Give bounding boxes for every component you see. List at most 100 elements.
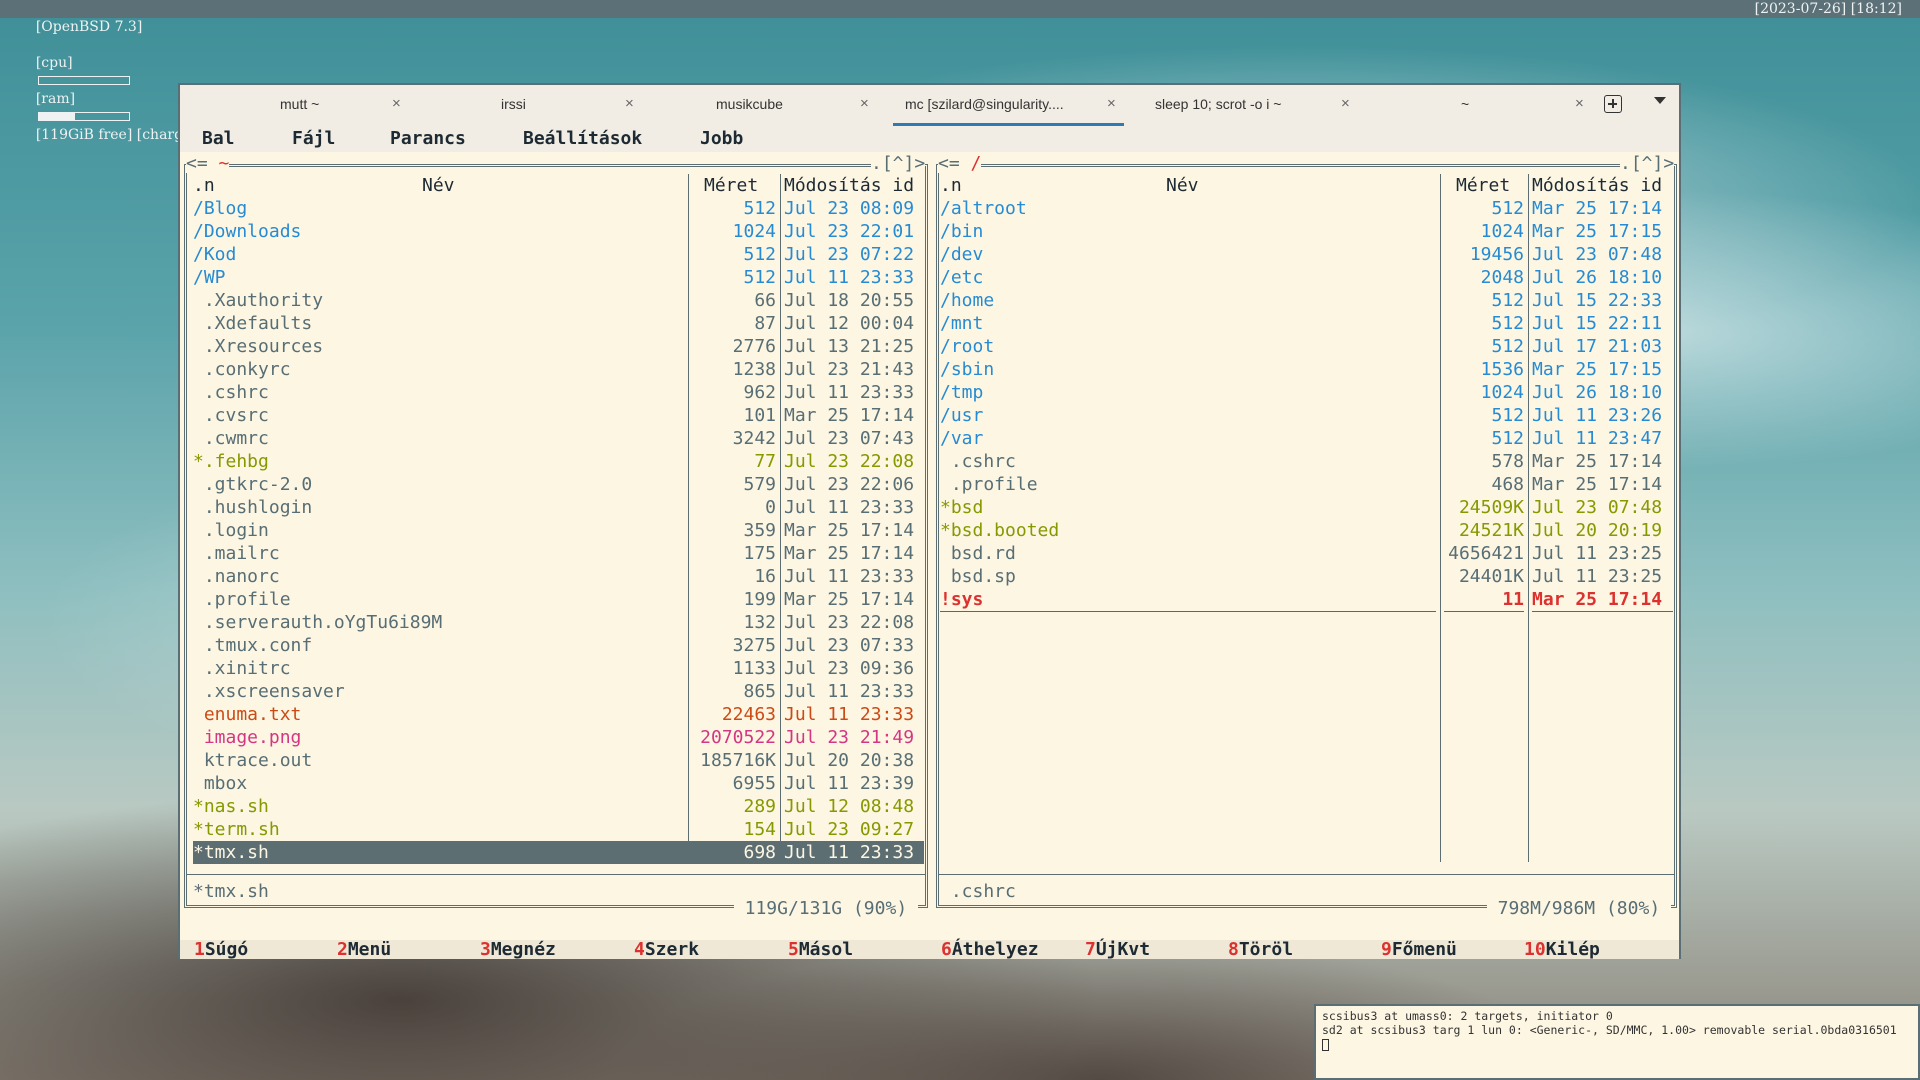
file-row[interactable]: .nanorc 16 Jul 11 23:33 <box>193 565 924 588</box>
function-key-4[interactable]: 4Szerk <box>634 940 699 959</box>
file-row[interactable]: .conkyrc 1238 Jul 23 21:43 <box>193 358 924 381</box>
close-icon[interactable]: × <box>392 85 401 123</box>
file-row[interactable]: .gtkrc-2.0 579 Jul 23 22:06 <box>193 473 924 496</box>
file-row[interactable]: .Xauthority 66 Jul 18 20:55 <box>193 289 924 312</box>
tab-0[interactable]: mutt ~ × <box>180 85 409 126</box>
file-row[interactable]: ktrace.out 185716K Jul 20 20:38 <box>193 749 924 772</box>
file-size: 512 <box>1491 198 1524 219</box>
function-key-6[interactable]: 6Áthelyez <box>941 940 1039 959</box>
file-row[interactable]: .cvsrc 101 Mar 25 17:14 <box>193 404 924 427</box>
function-key-5[interactable]: 5Másol <box>788 940 853 959</box>
file-mtime: Jul 11 23:33 <box>784 681 915 702</box>
menu-item-1[interactable]: Fájl <box>292 126 335 152</box>
tab-1[interactable]: irssi × <box>413 85 642 126</box>
tab-5[interactable]: ~ × <box>1361 85 1592 126</box>
function-key-label: Súgó <box>204 939 249 960</box>
close-icon[interactable]: × <box>625 85 634 123</box>
file-row[interactable]: /Kod 512 Jul 23 07:22 <box>193 243 924 266</box>
panel-scroll-indicator[interactable]: .[^]> <box>1620 155 1675 173</box>
header-mtime[interactable]: Módosítás id <box>784 174 914 197</box>
file-row[interactable]: .serverauth.oYgTu6i89M 132 Jul 23 22:08 <box>193 611 924 634</box>
function-key-9[interactable]: 9Főmenü <box>1381 940 1457 959</box>
file-row[interactable]: *nas.sh 289 Jul 12 08:48 <box>193 795 924 818</box>
file-row[interactable]: /var 512 Jul 11 23:47 <box>940 427 1673 450</box>
tab-4[interactable]: sleep 10; scrot -o i ~ × <box>1127 85 1358 126</box>
tab-label: sleep 10; scrot -o i ~ <box>1155 96 1282 112</box>
file-row[interactable]: /usr 512 Jul 11 23:26 <box>940 404 1673 427</box>
close-icon[interactable]: × <box>860 85 869 123</box>
menu-item-4[interactable]: Jobb <box>700 126 743 152</box>
file-size: 24521K <box>1458 520 1524 541</box>
cpu-usage-bar <box>37 76 130 85</box>
header-name[interactable]: Név <box>1166 174 1199 197</box>
file-row[interactable]: .xscreensaver 865 Jul 11 23:33 <box>193 680 924 703</box>
file-row[interactable]: /home 512 Jul 15 22:33 <box>940 289 1673 312</box>
file-row[interactable]: .hushlogin 0 Jul 11 23:33 <box>193 496 924 519</box>
function-key-label: ÚjKvt <box>1095 939 1151 960</box>
file-size: 3275 <box>732 635 776 656</box>
file-row[interactable]: .cshrc 578 Mar 25 17:14 <box>940 450 1673 473</box>
function-key-2[interactable]: 2Menü <box>337 940 391 959</box>
new-tab-icon[interactable] <box>1604 95 1622 113</box>
file-row[interactable]: image.png 2070522 Jul 23 21:49 <box>193 726 924 749</box>
tab-menu-chevron-down-icon[interactable] <box>1654 97 1666 104</box>
file-row[interactable]: *tmx.sh 698 Jul 11 23:33 <box>193 841 924 864</box>
file-row[interactable]: .Xdefaults 87 Jul 12 00:04 <box>193 312 924 335</box>
file-row[interactable]: /Blog 512 Jul 23 08:09 <box>193 197 924 220</box>
menu-item-2[interactable]: Parancs <box>390 126 466 152</box>
file-row[interactable]: *.fehbg 77 Jul 23 22:08 <box>193 450 924 473</box>
close-icon[interactable]: × <box>1341 85 1350 123</box>
file-row[interactable]: enuma.txt 22463 Jul 11 23:33 <box>193 703 924 726</box>
file-row[interactable]: *term.sh 154 Jul 23 09:27 <box>193 818 924 841</box>
file-row[interactable]: .profile 468 Mar 25 17:14 <box>940 473 1673 496</box>
function-key-1[interactable]: 1Súgó <box>194 940 248 959</box>
file-row[interactable]: /mnt 512 Jul 15 22:11 <box>940 312 1673 335</box>
header-size[interactable]: Méret <box>704 174 758 197</box>
header-sort-indicator[interactable]: .n <box>193 174 215 197</box>
tab-2[interactable]: musikcube × <box>646 85 877 126</box>
file-row[interactable]: .mailrc 175 Mar 25 17:14 <box>193 542 924 565</box>
file-row[interactable]: mbox 6955 Jul 11 23:39 <box>193 772 924 795</box>
function-key-10[interactable]: 10Kilép <box>1524 940 1600 959</box>
header-name[interactable]: Név <box>422 174 455 197</box>
file-row[interactable]: .cshrc 962 Jul 11 23:33 <box>193 381 924 404</box>
file-row[interactable]: !sys 11 Mar 25 17:14 <box>940 588 1673 612</box>
close-icon[interactable]: × <box>1107 85 1116 123</box>
file-row[interactable]: *bsd 24509K Jul 23 07:48 <box>940 496 1673 519</box>
function-key-8[interactable]: 8Töröl <box>1228 940 1293 959</box>
function-key-7[interactable]: 7ÚjKvt <box>1085 940 1150 959</box>
file-row[interactable]: .tmux.conf 3275 Jul 23 07:33 <box>193 634 924 657</box>
file-row[interactable]: /root 512 Jul 17 21:03 <box>940 335 1673 358</box>
file-row[interactable]: /sbin 1536 Mar 25 17:15 <box>940 358 1673 381</box>
panel-title: <= ~ <box>186 155 230 173</box>
file-row[interactable]: /WP 512 Jul 11 23:33 <box>193 266 924 289</box>
menu-item-0[interactable]: Bal <box>202 126 235 152</box>
file-row[interactable]: .Xresources 2776 Jul 13 21:25 <box>193 335 924 358</box>
tab-3[interactable]: mc [szilard@singularity.... × <box>893 85 1124 126</box>
file-row[interactable]: /dev 19456 Jul 23 07:48 <box>940 243 1673 266</box>
file-row[interactable]: .profile 199 Mar 25 17:14 <box>193 588 924 611</box>
menu-item-3[interactable]: Beállítások <box>523 126 642 152</box>
file-row[interactable]: bsd.rd 4656421 Jul 11 23:25 <box>940 542 1673 565</box>
left-panel[interactable]: <= ~ .[^]> .n Név Méret Módosítás id/Blog 512 J… <box>180 152 928 940</box>
file-name: bsd.rd <box>940 543 1016 564</box>
file-row[interactable]: /Downloads 1024 Jul 23 22:01 <box>193 220 924 243</box>
file-row[interactable]: /bin 1024 Mar 25 17:15 <box>940 220 1673 243</box>
file-row[interactable]: *bsd.booted 24521K Jul 20 20:19 <box>940 519 1673 542</box>
file-name: .profile <box>193 589 291 610</box>
panel-scroll-indicator[interactable]: .[^]> <box>871 155 926 173</box>
header-sort-indicator[interactable]: .n <box>940 174 962 197</box>
file-row[interactable]: .cwmrc 3242 Jul 23 07:43 <box>193 427 924 450</box>
file-row[interactable]: bsd.sp 24401K Jul 11 23:25 <box>940 565 1673 588</box>
file-row[interactable]: /etc 2048 Jul 26 18:10 <box>940 266 1673 289</box>
right-panel[interactable]: <= / .[^]> .n Név Méret Módosítás id/altroot 5… <box>928 152 1679 940</box>
file-name: .xinitrc <box>193 658 291 679</box>
file-row[interactable]: .login 359 Mar 25 17:14 <box>193 519 924 542</box>
close-icon[interactable]: × <box>1575 85 1584 123</box>
file-row[interactable]: .xinitrc 1133 Jul 23 09:36 <box>193 657 924 680</box>
file-row[interactable]: /altroot 512 Mar 25 17:14 <box>940 197 1673 220</box>
header-mtime[interactable]: Módosítás id <box>1532 174 1662 197</box>
file-row[interactable]: /tmp 1024 Jul 26 18:10 <box>940 381 1673 404</box>
header-size[interactable]: Méret <box>1456 174 1510 197</box>
function-key-3[interactable]: 3Megnéz <box>480 940 556 959</box>
